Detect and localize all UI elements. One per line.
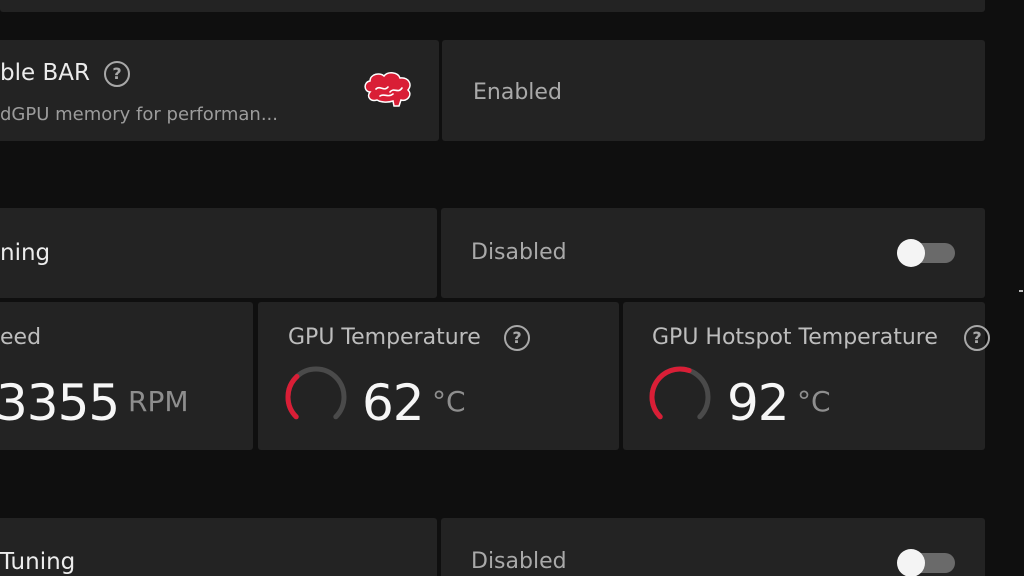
fan-speed-title: eed bbox=[0, 325, 42, 350]
smart-access-memory-description: dGPU memory for performan... bbox=[0, 104, 278, 125]
gpu-hotspot-temperature-value: 92 bbox=[727, 374, 790, 432]
gpu-temperature-value: 62 bbox=[362, 374, 425, 432]
gpu-hotspot-temperature-title: GPU Hotspot Temperature bbox=[652, 325, 938, 350]
smart-access-memory-title: ble BAR bbox=[0, 60, 90, 86]
help-icon[interactable]: ? bbox=[104, 61, 130, 87]
brain-icon bbox=[364, 72, 411, 107]
gpu-temperature-gauge-icon bbox=[285, 366, 347, 420]
previous-setting-row bbox=[0, 0, 985, 12]
help-icon[interactable]: ? bbox=[964, 325, 990, 351]
fan-speed-unit: RPM bbox=[128, 385, 189, 418]
gpu-settings-screen: ble BAR ? dGPU memory for performan... E… bbox=[0, 0, 1024, 576]
gpu-temperature-unit: °C bbox=[432, 385, 466, 418]
tuning-2-toggle[interactable] bbox=[897, 549, 955, 576]
tuning-toggle[interactable] bbox=[897, 239, 955, 267]
toggle-knob bbox=[897, 549, 925, 576]
gpu-temperature-title: GPU Temperature bbox=[288, 325, 481, 350]
tuning-status: Disabled bbox=[471, 240, 567, 265]
help-icon[interactable]: ? bbox=[504, 325, 530, 351]
tuning-label: ning bbox=[0, 240, 51, 266]
edge-marker bbox=[1019, 290, 1023, 292]
gpu-hotspot-temperature-gauge-icon bbox=[649, 366, 711, 420]
fan-speed-value: 3355 bbox=[0, 374, 120, 432]
tuning-2-label: Tuning bbox=[0, 549, 76, 575]
toggle-knob bbox=[897, 239, 925, 267]
smart-access-memory-status[interactable]: Enabled bbox=[473, 80, 562, 105]
tuning-2-status: Disabled bbox=[471, 549, 567, 574]
tuning-label-panel bbox=[0, 208, 437, 298]
gpu-hotspot-temperature-unit: °C bbox=[797, 385, 831, 418]
